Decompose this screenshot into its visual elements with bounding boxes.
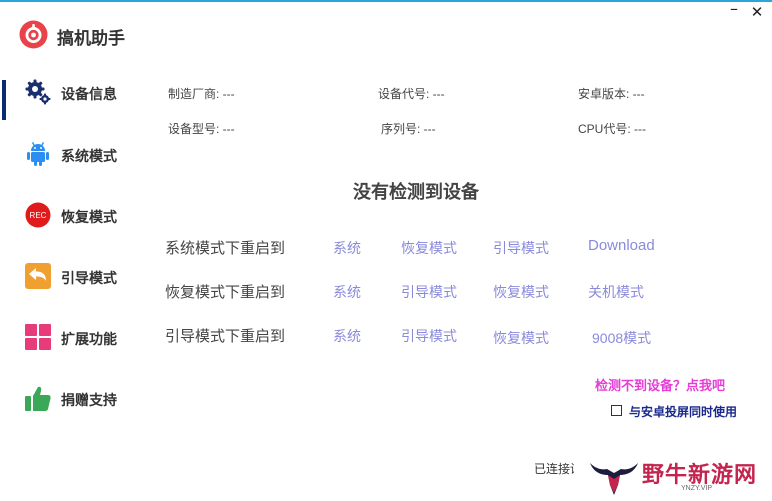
rec-icon: REC: [25, 202, 51, 228]
watermark-bull-logo: [590, 463, 638, 495]
device-model-info: 设备型号: ---: [168, 122, 235, 136]
reboot-link[interactable]: 系统: [333, 326, 361, 346]
reboot-link[interactable]: 引导模式: [401, 282, 457, 302]
sidebar-item-bootloader-mode[interactable]: 引导模式: [0, 254, 150, 298]
sidebar-item-label: 设备信息: [61, 86, 117, 102]
sidebar-item-label: 捐赠支持: [61, 392, 117, 408]
connection-status: 已连接设备: [534, 462, 574, 476]
reboot-link[interactable]: 系统: [333, 282, 361, 302]
sidebar-item-system-mode[interactable]: 系统模式: [0, 132, 150, 176]
sidebar-item-label: 引导模式: [61, 270, 117, 286]
active-indicator: [2, 80, 6, 120]
close-button[interactable]: ✕: [745, 2, 769, 22]
device-not-detected-help-link[interactable]: 检测不到设备？点我吧: [595, 375, 725, 394]
reboot-link[interactable]: Download: [588, 237, 655, 254]
reboot-link[interactable]: 关机模式: [588, 282, 644, 302]
reboot-row-label: 引导模式下重启到: [165, 328, 286, 345]
watermark-subtext: YNZY.VIP: [681, 485, 712, 492]
reboot-link[interactable]: 恢复模式: [493, 328, 549, 348]
serial-number-info: 序列号: ---: [381, 122, 436, 136]
screen-mirror-checkbox-label[interactable]: 与安卓投屏同时使用: [629, 403, 737, 420]
app-logo-icon: [19, 20, 48, 49]
sidebar-item-device-info[interactable]: 设备信息: [0, 70, 150, 120]
svg-text:REC: REC: [30, 211, 47, 220]
window-top-border: [0, 0, 772, 2]
reboot-link[interactable]: 9008模式: [592, 328, 651, 348]
reboot-row-label: 恢复模式下重启到: [165, 284, 286, 301]
no-device-message: 没有检测到设备: [353, 182, 479, 202]
reboot-link[interactable]: 系统: [333, 238, 361, 258]
sidebar-item-recovery-mode[interactable]: REC 恢复模式: [0, 193, 150, 237]
gear-icon: [25, 79, 51, 105]
sidebar: 设备信息 系统模式 REC 恢复模式 引导模式 扩展功能 捐赠支持: [0, 60, 150, 440]
screen-mirror-checkbox[interactable]: [611, 405, 622, 416]
reboot-link[interactable]: 引导模式: [401, 326, 457, 346]
sidebar-item-donate[interactable]: 捐赠支持: [0, 376, 150, 420]
manufacturer-info: 制造厂商: ---: [168, 87, 235, 101]
android-version-info: 安卓版本: ---: [578, 87, 645, 101]
reboot-link[interactable]: 恢复模式: [493, 282, 549, 302]
back-arrow-icon: [25, 263, 51, 289]
minimize-button[interactable]: –: [722, 1, 746, 22]
device-code-info: 设备代号: ---: [378, 87, 445, 101]
sidebar-item-label: 扩展功能: [61, 331, 117, 347]
grid-icon: [25, 324, 51, 350]
sidebar-item-label: 恢复模式: [61, 209, 117, 225]
android-icon: [27, 141, 49, 166]
reboot-row-label: 系统模式下重启到: [165, 240, 286, 257]
reboot-link[interactable]: 恢复模式: [401, 238, 457, 258]
app-title: 搞机助手: [57, 29, 125, 48]
thumbs-up-icon: [25, 386, 51, 411]
sidebar-item-label: 系统模式: [61, 148, 117, 164]
reboot-link[interactable]: 引导模式: [493, 238, 549, 258]
sidebar-item-extensions[interactable]: 扩展功能: [0, 315, 150, 359]
cpu-code-info: CPU代号: ---: [578, 122, 646, 136]
